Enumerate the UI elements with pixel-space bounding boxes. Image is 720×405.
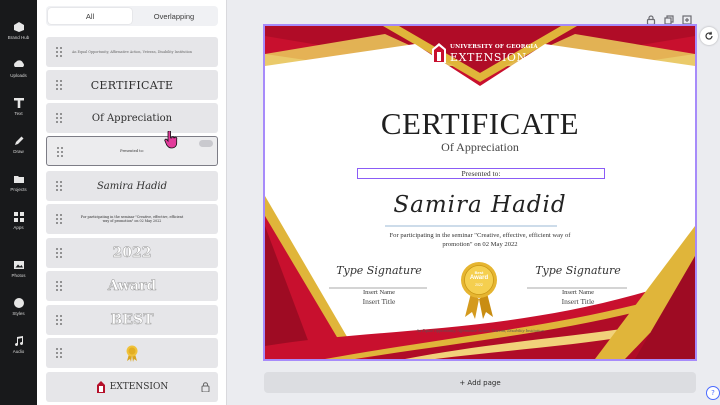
layers-panel: All Overlapping An Equal Opportunity, Af… (37, 0, 259, 405)
layer-badge-best[interactable]: BEST (46, 305, 218, 335)
rail-uploads[interactable]: Uploads (0, 50, 37, 86)
signature-left-title[interactable]: Insert Title (331, 297, 427, 306)
signature-right-script[interactable]: Type Signature (529, 264, 627, 277)
layer-subtitle[interactable]: Of Appreciation (46, 103, 218, 133)
presented-to-box[interactable]: Presented to: (357, 168, 605, 179)
audio-icon (14, 335, 23, 346)
drag-handle-icon[interactable] (57, 147, 63, 157)
certificate-page[interactable]: UNIVERSITY OF GEORGIA EXTENSION CERTIFIC… (263, 24, 697, 361)
layer-description[interactable]: For participating in the seminar "Creati… (46, 204, 218, 234)
recipient-name[interactable]: Samira Hadid (265, 192, 695, 218)
layer-badge-2022[interactable]: 2022 (46, 238, 218, 268)
layer-logo[interactable]: EXTENSION (46, 372, 218, 402)
layer-badge-award[interactable]: Award (46, 271, 218, 301)
org-name-top: UNIVERSITY OF GEORGIA (450, 44, 538, 50)
certificate-title[interactable]: CERTIFICATE (265, 106, 695, 142)
badge-award: Award (469, 275, 489, 281)
description-line-2[interactable]: promotion" on 02 May 2022 (265, 241, 695, 248)
footer-disclaimer[interactable]: An Equal Opportunity, Affirmative Action… (265, 328, 695, 333)
styles-icon (13, 297, 24, 308)
university-logo-icon (96, 381, 105, 393)
certificate-subtitle[interactable]: Of Appreciation (265, 140, 695, 155)
rail-brand-hub[interactable]: Brand Hub (0, 12, 37, 48)
layer-footer-text[interactable]: An Equal Opportunity, Affirmative Action… (46, 37, 218, 67)
folder-icon (13, 175, 24, 183)
org-name-bottom: EXTENSION (450, 51, 527, 64)
add-page-icon[interactable] (682, 10, 692, 25)
signature-left-script[interactable]: Type Signature (331, 264, 427, 277)
draw-icon (14, 136, 23, 145)
text-icon (13, 97, 24, 108)
rail-apps[interactable]: Apps (0, 202, 37, 238)
apps-icon (13, 211, 24, 222)
tab-all[interactable]: All (48, 8, 132, 24)
help-button[interactable]: ? (706, 386, 720, 400)
help-icon: ? (711, 389, 715, 397)
duplicate-page-icon[interactable] (664, 10, 674, 25)
layer-filter-tabs: All Overlapping (46, 6, 218, 26)
hand-cursor-icon (164, 131, 178, 149)
drag-handle-icon[interactable] (56, 315, 62, 325)
drag-handle-icon[interactable] (56, 348, 62, 358)
signature-left-name[interactable]: Insert Name (331, 289, 427, 296)
drag-handle-icon[interactable] (56, 113, 62, 123)
lock-page-icon[interactable] (646, 10, 656, 26)
drag-handle-icon[interactable] (56, 47, 62, 57)
medal-icon (126, 345, 138, 362)
add-page-button[interactable]: + Add page (264, 372, 696, 393)
layer-title[interactable]: CERTIFICATE (46, 70, 218, 100)
lock-icon[interactable] (201, 382, 210, 392)
rail-draw[interactable]: Draw (0, 126, 37, 162)
photos-icon (13, 260, 24, 269)
side-navigation-rail: Brand Hub Uploads Text Draw Projects App… (0, 0, 37, 405)
presented-to-text: Presented to: (461, 169, 501, 178)
drag-handle-icon[interactable] (56, 181, 62, 191)
layer-presented-to[interactable]: Presented to: (46, 136, 218, 166)
rail-projects[interactable]: Projects (0, 164, 37, 200)
rail-audio[interactable]: Audio (0, 326, 37, 362)
drag-handle-icon[interactable] (56, 80, 62, 90)
drag-handle-icon[interactable] (56, 248, 62, 258)
rail-text[interactable]: Text (0, 88, 37, 124)
rotate-button[interactable] (700, 27, 718, 45)
badge-year: 2022 (475, 283, 483, 287)
signature-right-title[interactable]: Insert Title (529, 297, 627, 306)
drag-handle-icon[interactable] (56, 281, 62, 291)
signature-right-name[interactable]: Insert Name (529, 289, 627, 296)
upload-icon (13, 59, 24, 67)
description-line-1[interactable]: For participating in the seminar "Creati… (265, 232, 695, 239)
rail-photos[interactable]: Photos (0, 250, 37, 286)
rail-styles[interactable]: Styles (0, 288, 37, 324)
layer-toggle[interactable] (199, 140, 213, 147)
tab-overlapping[interactable]: Overlapping (132, 8, 216, 24)
university-logo-icon (432, 43, 446, 63)
refresh-icon (705, 31, 713, 40)
layer-medal[interactable] (46, 338, 218, 368)
drag-handle-icon[interactable] (56, 214, 62, 224)
brand-hub-icon (13, 21, 24, 32)
layer-recipient-name[interactable]: Samira Hadid (46, 171, 218, 201)
